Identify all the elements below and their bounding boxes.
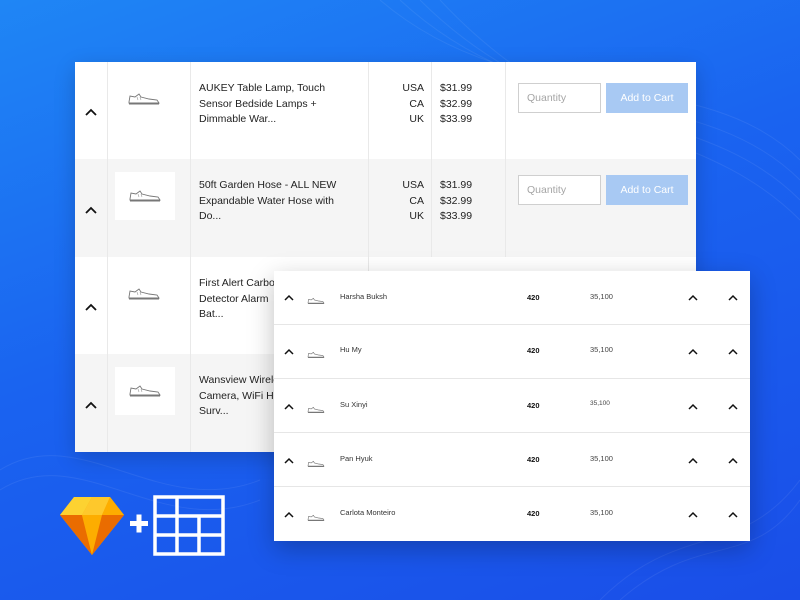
chevron-up-icon[interactable] xyxy=(724,288,742,306)
count-value: 35,100 xyxy=(590,508,613,517)
chevron-up-icon[interactable] xyxy=(82,298,100,316)
logo-lockup xyxy=(60,495,230,557)
chevron-up-icon[interactable] xyxy=(82,201,100,219)
chevron-up-icon[interactable] xyxy=(724,451,742,469)
score-value: 420 xyxy=(527,293,540,302)
score-value: 420 xyxy=(527,509,540,518)
score-value: 420 xyxy=(527,346,540,355)
sneaker-icon xyxy=(129,385,161,397)
chevron-up-icon[interactable] xyxy=(280,505,298,523)
sneaker-icon xyxy=(127,287,161,306)
product-title[interactable]: 50ft Garden Hose - ALL NEW Expandable Wa… xyxy=(199,178,359,225)
chevron-up-icon[interactable] xyxy=(684,451,702,469)
chevron-up-icon[interactable] xyxy=(280,397,298,415)
sneaker-icon xyxy=(307,346,325,364)
table-row[interactable]: Hu My 420 35,100 xyxy=(274,325,750,379)
table-row[interactable]: Su Xinyi 420 35,100 xyxy=(274,379,750,433)
chevron-up-icon[interactable] xyxy=(280,451,298,469)
plus-icon xyxy=(130,514,148,533)
chevron-up-icon[interactable] xyxy=(684,397,702,415)
chevron-up-icon[interactable] xyxy=(684,342,702,360)
chevron-up-icon[interactable] xyxy=(82,103,100,121)
add-to-cart-button[interactable]: Add to Cart xyxy=(606,83,688,113)
sneaker-icon xyxy=(129,190,161,202)
table-grid-icon xyxy=(153,495,225,556)
person-name: Carlota Monteiro xyxy=(340,508,396,517)
quantity-input[interactable] xyxy=(518,175,601,205)
person-name: Hu My xyxy=(340,345,362,354)
add-to-cart-button[interactable]: Add to Cart xyxy=(606,175,688,205)
table-row[interactable]: Harsha Buksh 420 35,100 xyxy=(274,271,750,325)
count-value: 35,100 xyxy=(590,400,610,407)
count-value: 35,100 xyxy=(590,454,613,463)
price-list: $31.99 $32.99 $33.99 xyxy=(440,179,473,222)
people-table: Harsha Buksh 420 35,100 Hu My 420 35,100 xyxy=(274,271,750,541)
sneaker-icon xyxy=(307,292,325,310)
chevron-up-icon[interactable] xyxy=(724,342,742,360)
score-value: 420 xyxy=(527,401,540,410)
count-value: 35,100 xyxy=(590,345,613,354)
product-title[interactable]: AUKEY Table Lamp, Touch Sensor Bedside L… xyxy=(199,81,359,128)
quantity-input[interactable] xyxy=(518,83,601,113)
chevron-up-icon[interactable] xyxy=(724,397,742,415)
country-list: USA CA UK xyxy=(402,82,424,125)
sneaker-icon xyxy=(307,401,325,419)
table-row[interactable]: Pan Hyuk 420 35,100 xyxy=(274,433,750,487)
price-list: $31.99 $32.99 $33.99 xyxy=(440,82,473,125)
chevron-up-icon[interactable] xyxy=(684,505,702,523)
product-row: 50ft Garden Hose - ALL NEW Expandable Wa… xyxy=(75,159,696,257)
sneaker-icon xyxy=(307,455,325,473)
person-name: Su Xinyi xyxy=(340,400,368,409)
score-value: 420 xyxy=(527,455,540,464)
country-list: USA CA UK xyxy=(402,179,424,222)
chevron-up-icon[interactable] xyxy=(280,288,298,306)
product-thumbnail xyxy=(115,172,175,220)
sneaker-icon xyxy=(307,509,325,527)
chevron-up-icon[interactable] xyxy=(684,288,702,306)
person-name: Pan Hyuk xyxy=(340,454,373,463)
table-row[interactable]: Carlota Monteiro 420 35,100 xyxy=(274,487,750,541)
chevron-up-icon[interactable] xyxy=(280,342,298,360)
product-row: AUKEY Table Lamp, Touch Sensor Bedside L… xyxy=(75,62,696,159)
chevron-up-icon[interactable] xyxy=(724,505,742,523)
count-value: 35,100 xyxy=(590,292,613,301)
chevron-up-icon[interactable] xyxy=(82,396,100,414)
sneaker-icon xyxy=(127,92,161,111)
sketch-diamond-icon xyxy=(60,497,124,555)
person-name: Harsha Buksh xyxy=(340,292,388,301)
product-thumbnail xyxy=(115,367,175,415)
